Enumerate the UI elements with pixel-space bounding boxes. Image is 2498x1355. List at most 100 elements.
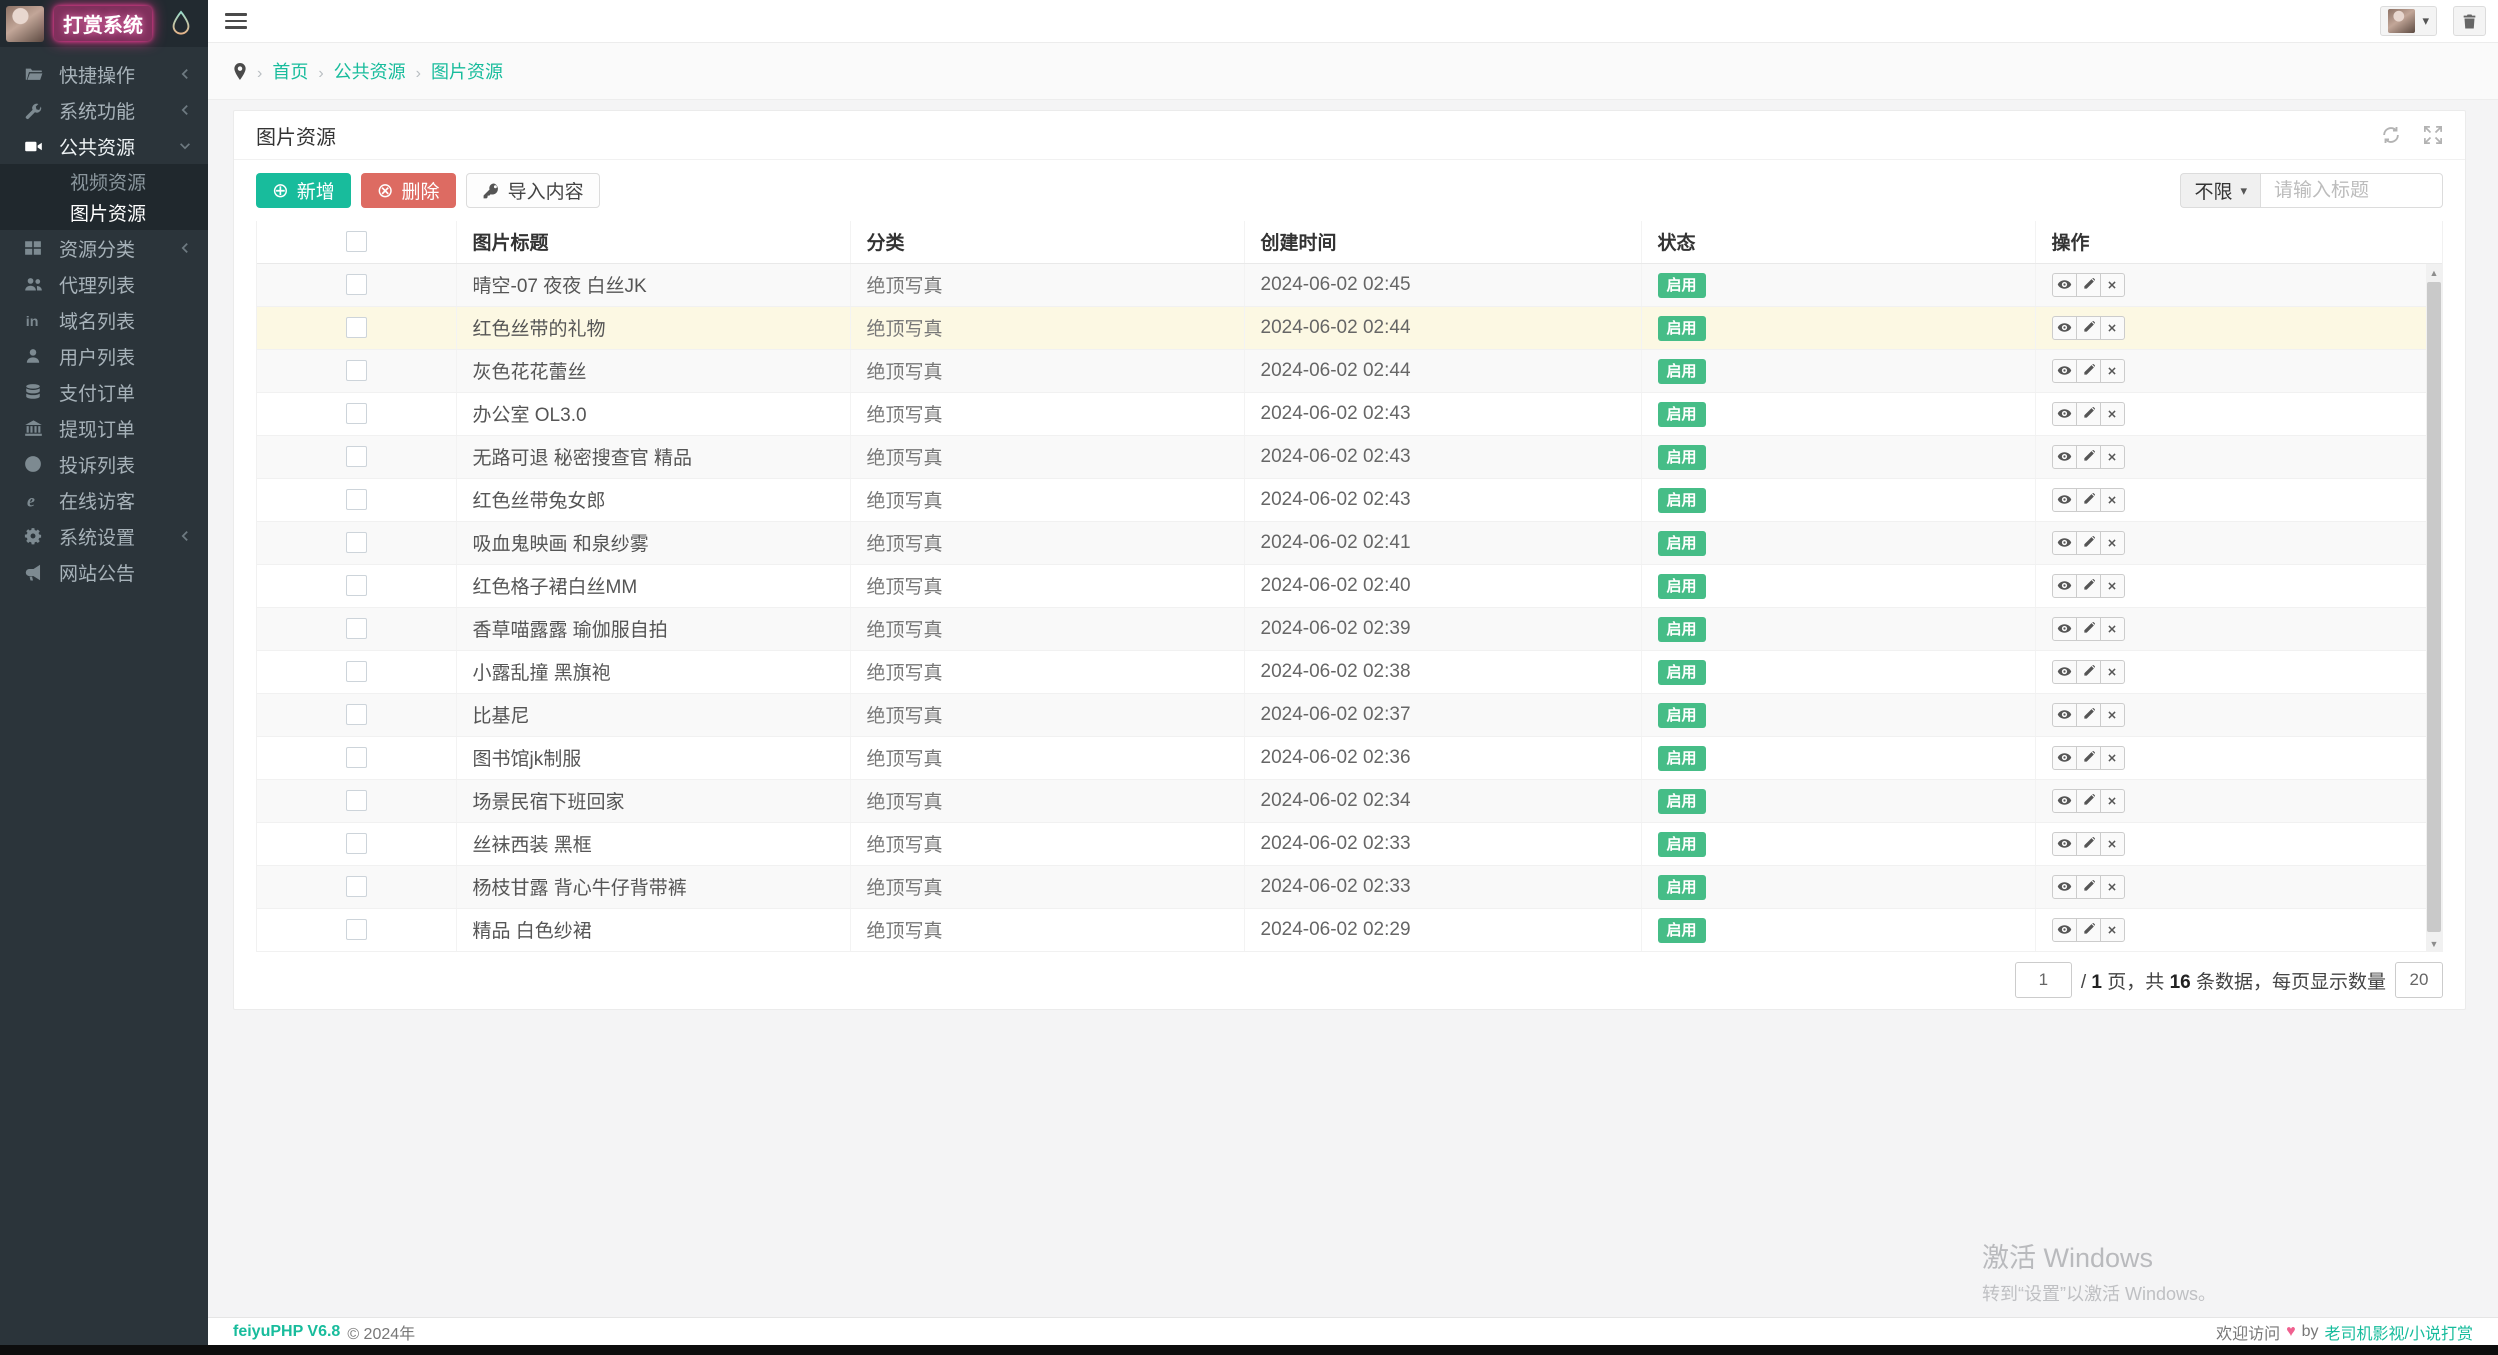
row-checkbox[interactable] bbox=[345, 746, 367, 768]
edit-button[interactable] bbox=[2075, 702, 2101, 727]
table-row[interactable]: 办公室 OL3.0 绝顶写真 2024-06-02 02:43 启用 bbox=[257, 392, 2442, 436]
delete-row-button[interactable] bbox=[2099, 831, 2125, 856]
row-checkbox[interactable] bbox=[345, 574, 367, 596]
search-input[interactable] bbox=[2260, 173, 2443, 208]
sidebar-item[interactable]: 提现订单 bbox=[0, 410, 208, 446]
refresh-icon[interactable] bbox=[2381, 125, 2401, 145]
table-row[interactable]: 香草喵露露 瑜伽服自拍 绝顶写真 2024-06-02 02:39 启用 bbox=[257, 607, 2442, 651]
row-checkbox[interactable] bbox=[345, 875, 367, 897]
edit-button[interactable] bbox=[2075, 616, 2101, 641]
view-button[interactable] bbox=[2051, 315, 2077, 340]
edit-button[interactable] bbox=[2075, 315, 2101, 340]
import-content-button[interactable]: 导入内容 bbox=[465, 173, 600, 208]
table-row[interactable]: 灰色花花蕾丝 绝顶写真 2024-06-02 02:44 启用 bbox=[257, 349, 2442, 393]
row-checkbox[interactable] bbox=[345, 918, 367, 940]
row-checkbox[interactable] bbox=[345, 789, 367, 811]
table-row[interactable]: 场景民宿下班回家 绝顶写真 2024-06-02 02:34 启用 bbox=[257, 779, 2442, 823]
table-row[interactable]: 红色丝带的礼物 绝顶写真 2024-06-02 02:44 启用 bbox=[257, 306, 2442, 350]
table-row[interactable]: 杨枝甘露 背心牛仔背带裤 绝顶写真 2024-06-02 02:33 启用 bbox=[257, 865, 2442, 909]
view-button[interactable] bbox=[2051, 573, 2077, 598]
view-button[interactable] bbox=[2051, 444, 2077, 469]
sidebar-item[interactable]: 网站公告 bbox=[0, 554, 208, 590]
row-checkbox[interactable] bbox=[345, 488, 367, 510]
expand-icon[interactable] bbox=[2423, 125, 2443, 145]
view-button[interactable] bbox=[2051, 487, 2077, 512]
delete-row-button[interactable] bbox=[2099, 487, 2125, 512]
delete-row-button[interactable] bbox=[2099, 358, 2125, 383]
delete-row-button[interactable] bbox=[2099, 788, 2125, 813]
scroll-down-icon[interactable]: ▼ bbox=[2426, 935, 2442, 952]
view-button[interactable] bbox=[2051, 616, 2077, 641]
view-button[interactable] bbox=[2051, 401, 2077, 426]
row-checkbox[interactable] bbox=[345, 402, 367, 424]
vertical-scrollbar[interactable]: ▲ ▼ bbox=[2426, 264, 2442, 952]
scroll-thumb[interactable] bbox=[2427, 282, 2441, 932]
sidebar-item[interactable]: 代理列表 bbox=[0, 266, 208, 302]
row-checkbox[interactable] bbox=[345, 617, 367, 639]
view-button[interactable] bbox=[2051, 917, 2077, 942]
view-button[interactable] bbox=[2051, 659, 2077, 684]
table-row[interactable]: 比基尼 绝顶写真 2024-06-02 02:37 启用 bbox=[257, 693, 2442, 737]
edit-button[interactable] bbox=[2075, 487, 2101, 512]
table-row[interactable]: 小露乱撞 黑旗袍 绝顶写真 2024-06-02 02:38 启用 bbox=[257, 650, 2442, 694]
filter-dropdown[interactable]: 不限 ▾ bbox=[2180, 173, 2260, 208]
sidebar-item[interactable]: 投诉列表 bbox=[0, 446, 208, 482]
delete-row-button[interactable] bbox=[2099, 659, 2125, 684]
sidebar-item[interactable]: 用户列表 bbox=[0, 338, 208, 374]
view-button[interactable] bbox=[2051, 702, 2077, 727]
edit-button[interactable] bbox=[2075, 573, 2101, 598]
sidebar-item[interactable]: 快捷操作 bbox=[0, 56, 208, 92]
view-button[interactable] bbox=[2051, 272, 2077, 297]
sidebar-item[interactable]: in 域名列表 bbox=[0, 302, 208, 338]
row-checkbox[interactable] bbox=[345, 660, 367, 682]
table-row[interactable]: 红色丝带兔女郎 绝顶写真 2024-06-02 02:43 启用 bbox=[257, 478, 2442, 522]
view-button[interactable] bbox=[2051, 874, 2077, 899]
view-button[interactable] bbox=[2051, 788, 2077, 813]
breadcrumb-link[interactable]: 图片资源 bbox=[431, 62, 503, 82]
edit-button[interactable] bbox=[2075, 530, 2101, 555]
row-checkbox[interactable] bbox=[345, 359, 367, 381]
footer-link[interactable]: 老司机影视/小说打赏 bbox=[2325, 1320, 2473, 1344]
breadcrumb-link[interactable]: 首页 bbox=[272, 62, 308, 82]
breadcrumb-link[interactable]: 公共资源 bbox=[334, 62, 406, 82]
delete-row-button[interactable] bbox=[2099, 745, 2125, 770]
sidebar-item[interactable]: 资源分类 bbox=[0, 230, 208, 266]
page-size-input[interactable] bbox=[2395, 962, 2443, 998]
sidebar-item[interactable]: 系统功能 bbox=[0, 92, 208, 128]
delete-row-button[interactable] bbox=[2099, 917, 2125, 942]
edit-button[interactable] bbox=[2075, 917, 2101, 942]
row-checkbox[interactable] bbox=[345, 316, 367, 338]
view-button[interactable] bbox=[2051, 745, 2077, 770]
select-all-checkbox[interactable] bbox=[345, 231, 367, 253]
sidebar-subitem[interactable]: 图片资源 bbox=[0, 197, 208, 228]
table-row[interactable]: 吸血鬼映画 和泉纱雾 绝顶写真 2024-06-02 02:41 启用 bbox=[257, 521, 2442, 565]
row-checkbox[interactable] bbox=[345, 273, 367, 295]
table-row[interactable]: 无路可退 秘密搜查官 精品 绝顶写真 2024-06-02 02:43 启用 bbox=[257, 435, 2442, 479]
sidebar-toggle-icon[interactable] bbox=[225, 13, 247, 29]
edit-button[interactable] bbox=[2075, 788, 2101, 813]
edit-button[interactable] bbox=[2075, 444, 2101, 469]
view-button[interactable] bbox=[2051, 530, 2077, 555]
delete-row-button[interactable] bbox=[2099, 444, 2125, 469]
row-checkbox[interactable] bbox=[345, 531, 367, 553]
trash-button[interactable] bbox=[2453, 6, 2486, 36]
table-row[interactable]: 精品 白色纱裙 绝顶写真 2024-06-02 02:29 启用 bbox=[257, 908, 2442, 952]
row-checkbox[interactable] bbox=[345, 703, 367, 725]
table-row[interactable]: 红色格子裙白丝MM 绝顶写真 2024-06-02 02:40 启用 bbox=[257, 564, 2442, 608]
edit-button[interactable] bbox=[2075, 272, 2101, 297]
delete-row-button[interactable] bbox=[2099, 315, 2125, 340]
row-checkbox[interactable] bbox=[345, 445, 367, 467]
edit-button[interactable] bbox=[2075, 745, 2101, 770]
delete-button[interactable]: ⊗ 删除 bbox=[360, 173, 456, 208]
delete-row-button[interactable] bbox=[2099, 874, 2125, 899]
sidebar-subitem[interactable]: 视频资源 bbox=[0, 166, 208, 197]
edit-button[interactable] bbox=[2075, 358, 2101, 383]
delete-row-button[interactable] bbox=[2099, 272, 2125, 297]
delete-row-button[interactable] bbox=[2099, 573, 2125, 598]
sidebar-item[interactable]: e 在线访客 bbox=[0, 482, 208, 518]
sidebar-item[interactable]: 公共资源 bbox=[0, 128, 208, 164]
delete-row-button[interactable] bbox=[2099, 702, 2125, 727]
table-row[interactable]: 晴空-07 夜夜 白丝JK 绝顶写真 2024-06-02 02:45 启用 bbox=[257, 263, 2442, 307]
table-row[interactable]: 图书馆jk制服 绝顶写真 2024-06-02 02:36 启用 bbox=[257, 736, 2442, 780]
edit-button[interactable] bbox=[2075, 831, 2101, 856]
